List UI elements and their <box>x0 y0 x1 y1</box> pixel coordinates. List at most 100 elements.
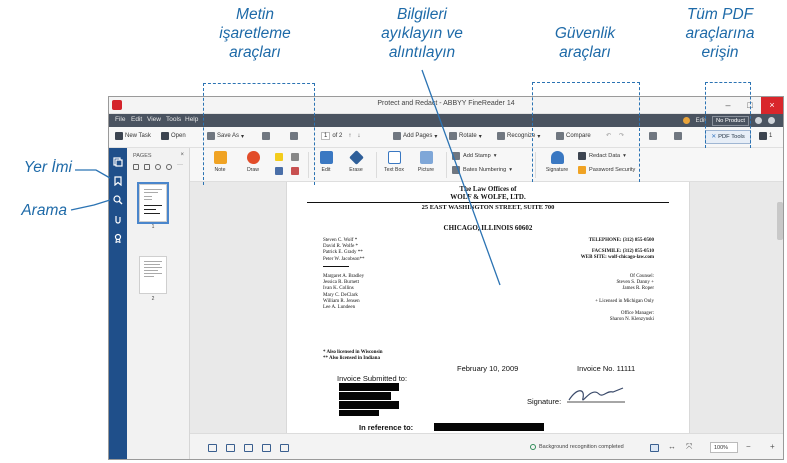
zoom-select[interactable]: 100% <box>710 442 738 453</box>
text-box-icon <box>387 151 401 164</box>
menu-help[interactable]: Help <box>185 116 198 123</box>
redaction-box <box>434 423 544 431</box>
doc-heading: The Law Offices of <box>459 185 517 193</box>
add-pages-label: Add Pages <box>403 133 433 139</box>
redaction-box <box>339 392 391 400</box>
edit-icon <box>319 151 333 164</box>
pages-icon[interactable] <box>113 154 123 167</box>
doc-name: Mary C. DeClark <box>323 292 358 298</box>
doc-city: CHICAGO, ILLINOIS 60602 <box>443 224 533 232</box>
menu-tools[interactable]: Tools <box>166 116 181 123</box>
new-task-button[interactable]: New Task <box>115 132 151 140</box>
more-icon[interactable]: ··· <box>177 162 183 168</box>
rotate-left-icon[interactable] <box>155 164 161 170</box>
hand-tool-button[interactable] <box>649 132 657 140</box>
close-button[interactable]: × <box>761 97 783 114</box>
page-thumbnail[interactable] <box>139 256 167 294</box>
callout-line: Bilgileri <box>397 6 447 23</box>
callout-bracket-security <box>532 82 640 182</box>
recognize-icon <box>497 132 505 140</box>
callout-line: Metin <box>236 6 274 23</box>
doc-address: 25 EAST WASHINGTON STREET, SUITE 700 <box>421 204 555 211</box>
numbering-icon <box>452 166 460 174</box>
page-add-icon[interactable] <box>133 164 139 170</box>
edit-button[interactable]: Edit <box>312 151 340 173</box>
comment-view-icon[interactable] <box>280 444 289 452</box>
doc-name: Patrick E. Grady ** <box>323 250 363 256</box>
bates-numbering-button[interactable]: Bates Numbering ▾ <box>452 166 512 174</box>
page-thumbnail[interactable] <box>137 182 169 224</box>
attachment-icon[interactable] <box>113 211 123 224</box>
rotate-right-icon[interactable] <box>166 164 172 170</box>
page-number-input[interactable]: 1 <box>321 132 331 140</box>
new-task-label: New Task <box>125 133 151 139</box>
single-page-view-icon[interactable] <box>208 444 217 452</box>
picture-button[interactable]: Picture <box>412 151 440 173</box>
add-stamp-button[interactable]: Add Stamp ▾ <box>452 152 497 160</box>
text-box-button[interactable]: Text Box <box>380 151 408 173</box>
pages-panel: PAGES × ··· 1 2 <box>127 148 190 459</box>
picture-icon <box>419 151 433 164</box>
zoom-out-button[interactable]: − <box>746 442 751 451</box>
doc-date: February 10, 2009 <box>457 364 519 373</box>
callout-line: Tüm PDF <box>686 6 754 23</box>
vertical-scrollbar[interactable] <box>777 202 783 240</box>
folder-icon <box>161 132 169 140</box>
comments-icon <box>759 132 767 140</box>
text-box-label: Text Box <box>384 167 404 173</box>
fit-width-icon[interactable] <box>262 444 271 452</box>
open-button[interactable]: Open <box>161 132 186 140</box>
document-viewer[interactable]: The Law Offices of WOLF & WOLFE, LTD. 25… <box>190 182 783 433</box>
fit-width-zoom-icon[interactable]: ↔ <box>668 442 676 451</box>
callout-line: araçlarına <box>685 25 755 42</box>
status-icon <box>530 444 536 450</box>
doc-contact: WEB SITE: wolf-chicago-law.com <box>580 255 654 261</box>
signature-panel-icon[interactable] <box>113 230 123 244</box>
bookmark-icon[interactable] <box>113 173 123 187</box>
page-count: of 2 <box>332 133 343 139</box>
menu-edit[interactable]: Edit <box>131 116 142 123</box>
settings-icon[interactable] <box>755 117 762 124</box>
document-page[interactable]: The Law Offices of WOLF & WOLFE, LTD. 25… <box>286 182 690 433</box>
zoom-in-button[interactable]: + <box>770 442 775 451</box>
doc-name: Lee A. Lundeen <box>323 305 356 311</box>
eraser-icon <box>348 150 364 165</box>
doc-name: James R. Roper <box>622 286 654 292</box>
erase-button[interactable]: Erase <box>342 150 370 173</box>
delete-icon[interactable] <box>144 164 150 170</box>
close-icon[interactable]: × <box>180 152 184 158</box>
navigation-sidebar <box>109 148 127 459</box>
chevron-down-icon: ▾ <box>493 153 497 159</box>
chevron-down-icon: ▾ <box>509 167 513 173</box>
add-pages-button[interactable]: Add Pages ▾ <box>393 132 437 140</box>
help-icon[interactable] <box>768 117 775 124</box>
doc-contacts: TELEPHONE: (312) 855-0500 FACSIMILE: (31… <box>581 238 654 262</box>
status-text: Background recognition completed <box>539 444 624 450</box>
chevron-down-icon: ▾ <box>478 133 482 140</box>
menu-file[interactable]: File <box>115 116 125 123</box>
doc-of-counsel: Of Counsel: Steven S. Danny + James R. R… <box>595 274 654 323</box>
bates-numbering-label: Bates Numbering <box>463 167 507 173</box>
coin-icon[interactable] <box>682 117 690 124</box>
arrow-up-icon[interactable]: ↑ <box>348 133 351 139</box>
fit-page-icon[interactable] <box>226 444 235 452</box>
callout-line: araçları <box>559 44 611 61</box>
handwritten-signature <box>567 387 625 403</box>
cursor-icon <box>674 132 682 140</box>
arrow-down-icon[interactable]: ↓ <box>357 133 360 139</box>
rotate-button[interactable]: Rotate ▾ <box>449 132 482 140</box>
comments-count: 1 <box>769 133 773 139</box>
rotate-icon <box>449 132 457 140</box>
pages-panel-title: PAGES <box>133 153 152 159</box>
search-icon[interactable] <box>113 192 123 205</box>
open-label: Open <box>171 133 186 139</box>
comments-button[interactable]: 1 <box>759 132 772 140</box>
fit-page-zoom-icon[interactable] <box>650 444 659 452</box>
menu-view[interactable]: View <box>147 116 161 123</box>
callout-line: Güvenlik <box>554 25 616 42</box>
page-navigator[interactable]: 1 of 2 ↑ ↓ <box>321 132 360 140</box>
two-page-view-icon[interactable] <box>244 444 253 452</box>
actual-size-icon[interactable]: ⤧ <box>686 442 692 452</box>
callout-search: Arama <box>21 202 67 219</box>
select-tool-button[interactable] <box>674 132 682 140</box>
